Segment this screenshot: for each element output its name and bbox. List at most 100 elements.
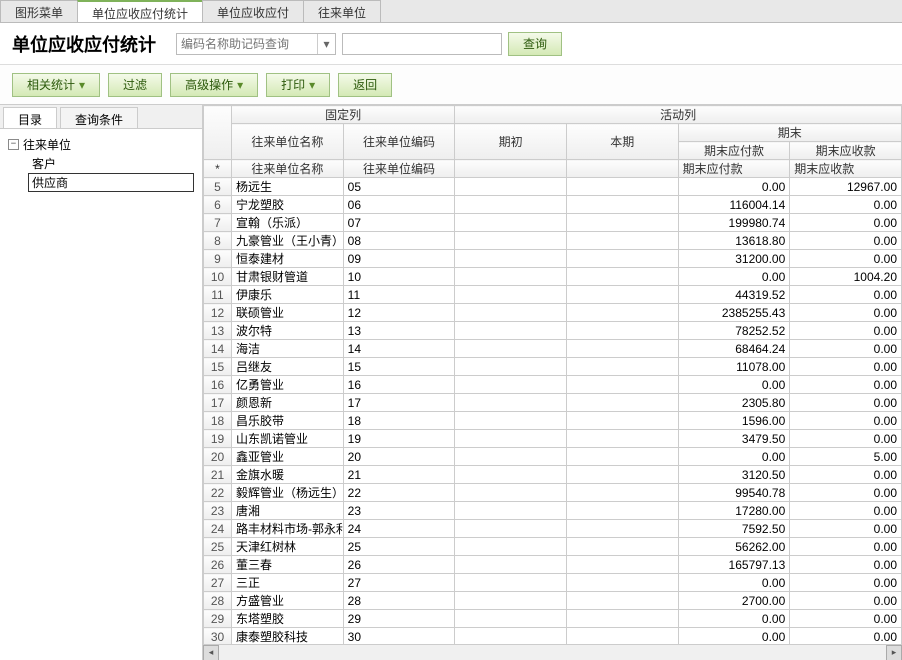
table-row[interactable]: 20鑫亚管业200.005.00 xyxy=(204,448,902,466)
header-pay[interactable]: 期末应付款 xyxy=(678,142,790,160)
cell-name: 联硕管业 xyxy=(232,304,344,322)
cell-recv: 0.00 xyxy=(790,574,902,592)
header-pay2[interactable]: 期末应付款 xyxy=(678,160,790,178)
table-row[interactable]: 7宣翰（乐派）07199980.740.00 xyxy=(204,214,902,232)
table-row[interactable]: 28方盛管业282700.000.00 xyxy=(204,592,902,610)
tree-root[interactable]: − 往来单位 xyxy=(8,135,194,154)
tab-unit-stats[interactable]: 单位应收应付统计 xyxy=(77,0,203,22)
cell-pay: 68464.24 xyxy=(678,340,790,358)
table-row[interactable]: 19山东凯诺管业193479.500.00 xyxy=(204,430,902,448)
table-row[interactable]: 17颜恩新172305.800.00 xyxy=(204,394,902,412)
cell-bq xyxy=(566,574,678,592)
table-row[interactable]: 10甘肃银财管道100.001004.20 xyxy=(204,268,902,286)
header-name2[interactable]: 往来单位名称 xyxy=(232,160,344,178)
col-rownum[interactable] xyxy=(204,106,232,160)
header-qichu[interactable]: 期初 xyxy=(455,124,567,160)
chevron-down-icon[interactable]: ▾ xyxy=(317,34,335,54)
left-tab-query[interactable]: 查询条件 xyxy=(60,107,138,128)
cell-bq xyxy=(566,448,678,466)
cell-rownum: 15 xyxy=(204,358,232,376)
print-button[interactable]: 打印▾ xyxy=(266,73,330,97)
header-qimo: 期末 xyxy=(678,124,901,142)
cell-recv: 0.00 xyxy=(790,340,902,358)
table-row[interactable]: 11伊康乐1144319.520.00 xyxy=(204,286,902,304)
cell-qc xyxy=(455,628,567,646)
cell-pay: 99540.78 xyxy=(678,484,790,502)
page-title: 单位应收应付统计 xyxy=(12,31,156,57)
table-row[interactable]: 27三正270.000.00 xyxy=(204,574,902,592)
header-benqi[interactable]: 本期 xyxy=(566,124,678,160)
cell-rownum: 20 xyxy=(204,448,232,466)
table-row[interactable]: 14海洁1468464.240.00 xyxy=(204,340,902,358)
search-combo-input[interactable] xyxy=(177,34,317,54)
scroll-right-icon[interactable]: ▸ xyxy=(886,645,902,660)
cell-name: 路丰材料市场-郭永利 xyxy=(232,520,344,538)
cell-name: 金旗水暖 xyxy=(232,466,344,484)
table-row[interactable]: 29东塔塑胶290.000.00 xyxy=(204,610,902,628)
cell-name: 宁龙塑胶 xyxy=(232,196,344,214)
cell-qc xyxy=(455,538,567,556)
table-row[interactable]: 12联硕管业122385255.430.00 xyxy=(204,304,902,322)
search-button[interactable]: 查询 xyxy=(508,32,562,56)
table-row[interactable]: 18昌乐胶带181596.000.00 xyxy=(204,412,902,430)
cell-code: 27 xyxy=(343,574,455,592)
table-row[interactable]: 13波尔特1378252.520.00 xyxy=(204,322,902,340)
table-row[interactable]: 21金旗水暖213120.500.00 xyxy=(204,466,902,484)
stat-button[interactable]: 相关统计▾ xyxy=(12,73,100,97)
tab-unit-ar-ap[interactable]: 单位应收应付 xyxy=(202,0,304,22)
table-row[interactable]: 22毅辉管业（杨远生）2299540.780.00 xyxy=(204,484,902,502)
filter-button[interactable]: 过滤 xyxy=(108,73,162,97)
cell-qc xyxy=(455,592,567,610)
cell-code: 11 xyxy=(343,286,455,304)
back-button[interactable]: 返回 xyxy=(338,73,392,97)
table-row[interactable]: 23唐湘2317280.000.00 xyxy=(204,502,902,520)
table-row[interactable]: 9恒泰建材0931200.000.00 xyxy=(204,250,902,268)
advanced-button[interactable]: 高级操作▾ xyxy=(170,73,258,97)
tree-supplier[interactable]: 供应商 xyxy=(28,173,194,192)
search-input[interactable] xyxy=(342,33,502,55)
cell-bq xyxy=(566,178,678,196)
table-row[interactable]: 25天津红树林2556262.000.00 xyxy=(204,538,902,556)
table-row[interactable]: 15吕继友1511078.000.00 xyxy=(204,358,902,376)
table-row[interactable]: 26董三春26165797.130.00 xyxy=(204,556,902,574)
scroll-left-icon[interactable]: ◂ xyxy=(203,645,219,660)
title-bar: 单位应收应付统计 ▾ 查询 xyxy=(0,23,902,65)
tab-units[interactable]: 往来单位 xyxy=(303,0,381,22)
cell-rownum: 26 xyxy=(204,556,232,574)
cell-pay: 3120.50 xyxy=(678,466,790,484)
cell-pay: 31200.00 xyxy=(678,250,790,268)
header-star[interactable]: * xyxy=(204,160,232,178)
header-code[interactable]: 往来单位编码 xyxy=(343,124,455,160)
header-qc2 xyxy=(455,160,567,178)
cell-code: 22 xyxy=(343,484,455,502)
print-label: 打印 xyxy=(281,76,305,93)
table-row[interactable]: 30康泰塑胶科技300.000.00 xyxy=(204,628,902,646)
minus-icon[interactable]: − xyxy=(8,139,19,150)
tab-graphic-menu[interactable]: 图形菜单 xyxy=(0,0,78,22)
cell-qc xyxy=(455,178,567,196)
table-row[interactable]: 6宁龙塑胶06116004.140.00 xyxy=(204,196,902,214)
grid-panel: 固定列 活动列 往来单位名称 往来单位编码 期初 本期 期末 期末应付款 期末应… xyxy=(203,105,902,660)
cell-name: 毅辉管业（杨远生） xyxy=(232,484,344,502)
header-name[interactable]: 往来单位名称 xyxy=(232,124,344,160)
table-row[interactable]: 8九豪管业（王小青）0813618.800.00 xyxy=(204,232,902,250)
cell-recv: 0.00 xyxy=(790,592,902,610)
scrollbar-horizontal[interactable]: ◂ ▸ xyxy=(203,644,902,660)
left-tab-catalog[interactable]: 目录 xyxy=(3,107,57,128)
cell-qc xyxy=(455,502,567,520)
cell-code: 10 xyxy=(343,268,455,286)
table-row[interactable]: 24路丰材料市场-郭永利247592.500.00 xyxy=(204,520,902,538)
header-code2[interactable]: 往来单位编码 xyxy=(343,160,455,178)
cell-bq xyxy=(566,628,678,646)
table-row[interactable]: 16亿勇管业160.000.00 xyxy=(204,376,902,394)
search-combo[interactable]: ▾ xyxy=(176,33,336,55)
cell-code: 14 xyxy=(343,340,455,358)
header-fixed: 固定列 xyxy=(232,106,455,124)
table-row[interactable]: 5杨远生050.0012967.00 xyxy=(204,178,902,196)
chevron-down-icon: ▾ xyxy=(237,78,243,92)
header-recv2[interactable]: 期末应收款 xyxy=(790,160,902,178)
cell-rownum: 9 xyxy=(204,250,232,268)
tree-customer[interactable]: 客户 xyxy=(28,154,194,173)
cell-recv: 0.00 xyxy=(790,556,902,574)
header-recv[interactable]: 期末应收款 xyxy=(790,142,902,160)
